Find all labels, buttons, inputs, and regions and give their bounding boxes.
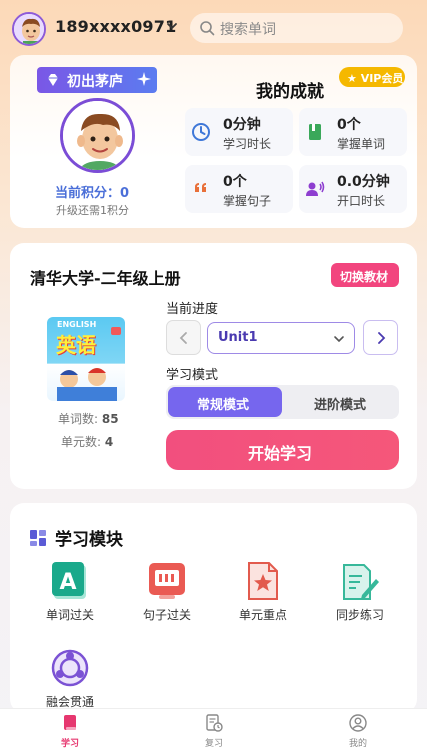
stat-value: 0.0分钟 <box>337 174 390 190</box>
module-word-pass[interactable]: A 单词过关 <box>30 561 110 636</box>
progress-label: 当前进度 <box>166 302 219 317</box>
quote-icon <box>195 183 206 192</box>
tab-label: 学习 <box>60 739 79 749</box>
search-placeholder: 搜索单词 <box>220 22 276 38</box>
switch-textbook-button[interactable]: 切换教材 <box>331 263 399 287</box>
tab-mine[interactable]: 我的 <box>328 712 388 750</box>
module-unit-focus[interactable]: 单元重点 <box>223 561 303 636</box>
stat-study-time: 0分钟 学习时长 <box>185 108 293 156</box>
word-count: 单词数: 85 <box>58 412 119 426</box>
account-phone[interactable]: 189xxxx0971 <box>55 17 176 36</box>
unit-count: 单元数: 4 <box>61 435 114 449</box>
sparkle-icon <box>137 72 151 86</box>
modules-card: 学习模块 A 单词过关 句子过关 单元重点 同步练习 融会贯通 <box>10 503 417 713</box>
book-icon <box>64 715 76 730</box>
diamond-icon <box>48 74 58 86</box>
stat-label: 学习时长 <box>223 137 272 151</box>
boy-avatar-icon <box>63 101 132 170</box>
module-sentence-pass[interactable]: 句子过关 <box>127 561 207 636</box>
stat-words-mastered: 0个 掌握单词 <box>299 108 407 156</box>
stat-sentences-mastered: 0个 掌握句子 <box>185 165 293 213</box>
stat-speaking-time: 0.0分钟 开口时长 <box>299 165 407 213</box>
edit-document-icon <box>343 564 379 600</box>
top-bar: 189xxxx0971 搜索单词 <box>0 0 427 55</box>
switch-textbook-label: 切换教材 <box>340 270 389 284</box>
boy-avatar-icon <box>14 14 44 44</box>
word-a-icon: A <box>52 562 86 599</box>
speaker-icon <box>306 181 325 196</box>
user-avatar[interactable] <box>12 12 46 46</box>
vip-label: ★ VIP会员 <box>347 72 404 85</box>
user-icon <box>349 714 367 732</box>
vip-badge[interactable]: ★ VIP会员 <box>339 67 405 87</box>
module-sync-practice[interactable]: 同步练习 <box>320 561 400 636</box>
profile-avatar[interactable] <box>60 98 135 173</box>
stat-value: 0分钟 <box>223 117 261 133</box>
textbook-title: 清华大学-二年级上册 <box>30 269 181 288</box>
unit-count-value: 4 <box>104 435 114 449</box>
stat-label: 掌握单词 <box>337 137 386 151</box>
profile-card: 初出茅庐 当前积分：0 升级还需1积分 我的成就 ★ VIP会员 0分钟 学习时… <box>10 55 417 228</box>
bottom-tab-bar: 学习 复习 我的 <box>0 708 427 750</box>
rank-badge: 初出茅庐 <box>37 67 157 93</box>
mode-label: 学习模式 <box>166 368 219 383</box>
textbook-cover[interactable]: ENGLISH 英语 <box>47 317 125 401</box>
current-score: 当前积分：0 <box>55 186 130 201</box>
unit-select-value: Unit1 <box>218 330 258 345</box>
mode-advanced-button[interactable]: 进阶模式 <box>284 387 397 417</box>
sentence-board-icon <box>149 563 185 599</box>
chevron-down-icon[interactable] <box>165 19 179 33</box>
search-bar[interactable]: 搜索单词 <box>190 13 403 43</box>
achievements-title: 我的成就 <box>256 82 324 102</box>
modules-title: 学习模块 <box>55 530 123 550</box>
module-label: 单元重点 <box>238 608 287 622</box>
tab-label: 我的 <box>348 739 367 749</box>
next-unit-button[interactable] <box>363 320 398 355</box>
module-label: 单词过关 <box>45 608 94 622</box>
cover-illustration-icon <box>57 327 121 401</box>
grid-icon <box>30 530 46 546</box>
connect-circle-icon <box>51 649 89 687</box>
start-learning-label: 开始学习 <box>248 444 313 463</box>
clock-icon <box>192 123 210 141</box>
star-document-icon <box>248 562 278 600</box>
mode-toggle: 常规模式 进阶模式 <box>166 385 399 419</box>
chevron-down-icon <box>334 336 344 343</box>
search-icon <box>200 21 215 36</box>
module-label: 句子过关 <box>142 608 191 622</box>
stat-label: 掌握句子 <box>223 194 272 208</box>
rank-badge-label: 初出茅庐 <box>67 74 123 90</box>
tab-review[interactable]: 复习 <box>184 712 244 750</box>
score-upgrade-hint: 升级还需1积分 <box>56 204 129 217</box>
svg-text:A: A <box>59 570 76 595</box>
previous-unit-button[interactable] <box>166 320 201 355</box>
textbook-card: 清华大学-二年级上册 切换教材 ENGLISH 英语 单词数: 85 单元数: … <box>10 243 417 489</box>
word-count-value: 85 <box>101 412 119 426</box>
book-icon <box>309 124 321 140</box>
stat-label: 开口时长 <box>337 194 386 208</box>
unit-select[interactable]: Unit1 <box>207 322 355 354</box>
tab-learn[interactable]: 学习 <box>40 712 100 750</box>
start-learning-button[interactable]: 开始学习 <box>166 430 399 470</box>
review-document-icon <box>206 714 223 732</box>
module-label: 同步练习 <box>335 608 384 622</box>
mode-regular-button[interactable]: 常规模式 <box>168 387 282 417</box>
tab-label: 复习 <box>204 739 223 749</box>
chevron-right-icon <box>378 332 386 344</box>
chevron-left-icon <box>179 332 187 344</box>
stat-value: 0个 <box>337 117 361 133</box>
stat-value: 0个 <box>223 174 247 190</box>
